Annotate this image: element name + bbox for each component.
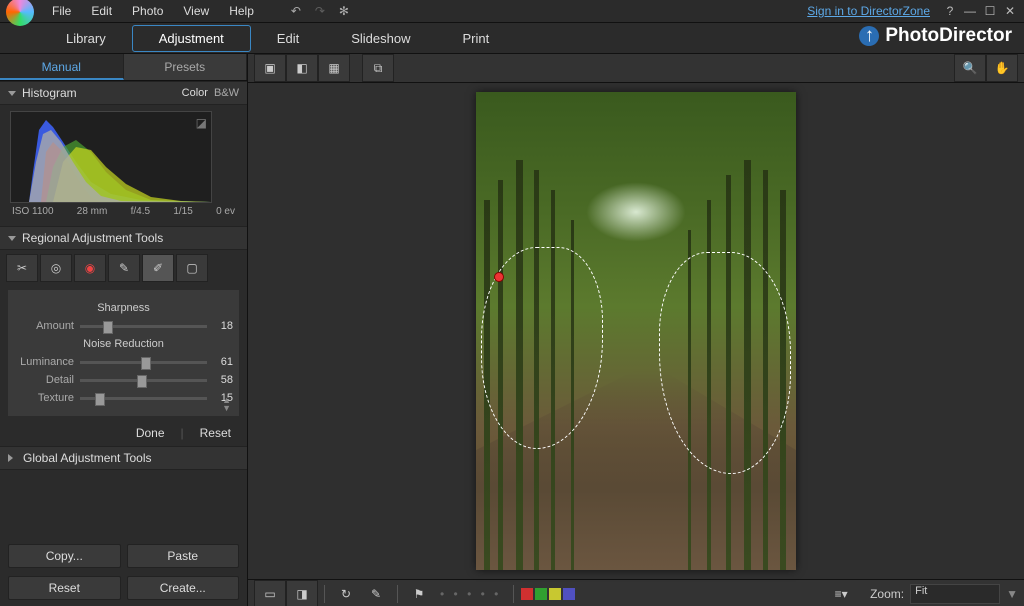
histogram-header[interactable]: Histogram Color B&W xyxy=(0,81,247,105)
reset-button[interactable]: Reset xyxy=(194,426,237,440)
zoom-label: Zoom: xyxy=(870,587,904,601)
done-row: Done | Reset xyxy=(0,420,247,446)
view-mode-b-icon[interactable]: ◨ xyxy=(286,580,318,606)
menu-file[interactable]: File xyxy=(42,0,81,22)
copy-button[interactable]: Copy... xyxy=(8,544,121,568)
collapse-icon xyxy=(8,236,16,241)
view-secondary-icon[interactable]: ⧉ xyxy=(362,54,394,82)
bottom-toolbar: ▭ ◨ ↻ ✎ ⚑ • • • • • ≡▾ Zoom: Fit ▼ xyxy=(248,579,1024,606)
redo-icon[interactable]: ↷ xyxy=(312,0,328,22)
create-button[interactable]: Create... xyxy=(127,576,240,600)
scroll-arrows[interactable]: ▲▼ xyxy=(222,396,231,412)
help-icon[interactable]: ? xyxy=(942,4,958,18)
slider-group: Sharpness Amount 18 Noise Reduction Lumi… xyxy=(8,290,239,416)
minimize-icon[interactable]: — xyxy=(962,4,978,18)
maximize-icon[interactable]: ☐ xyxy=(982,4,998,18)
label-yellow[interactable] xyxy=(549,588,561,600)
subtabs: Manual Presets xyxy=(0,54,247,81)
canvas[interactable] xyxy=(248,83,1024,579)
settings-icon[interactable]: ✻ xyxy=(336,0,352,22)
gradient-tool-icon[interactable]: ▢ xyxy=(176,254,208,282)
reset-all-button[interactable]: Reset xyxy=(8,576,121,600)
mode-print[interactable]: Print xyxy=(436,26,515,51)
menu-bar: File Edit Photo View Help ↶ ↷ ✻ Sign in … xyxy=(0,0,1024,23)
mode-bar: Library Adjustment Edit Slideshow Print … xyxy=(0,23,1024,54)
menu-help[interactable]: Help xyxy=(219,0,264,22)
brush-tool-icon[interactable]: ✎ xyxy=(108,254,140,282)
brand-text: PhotoDirector xyxy=(885,25,1012,47)
view-compare-icon[interactable]: ◧ xyxy=(286,54,318,82)
zoom-dropdown-icon[interactable]: ▼ xyxy=(1006,587,1018,601)
mode-adjustment[interactable]: Adjustment xyxy=(132,25,251,52)
subtab-manual[interactable]: Manual xyxy=(0,54,124,80)
close-icon[interactable]: ✕ xyxy=(1002,4,1018,18)
histogram-chart: ◪ xyxy=(10,111,212,203)
photo-preview[interactable] xyxy=(476,92,796,570)
view-single-icon[interactable]: ▣ xyxy=(254,54,286,82)
mode-edit[interactable]: Edit xyxy=(251,26,325,51)
crop-tool-icon[interactable]: ✂ xyxy=(6,254,38,282)
redeye-tool-icon[interactable]: ◉ xyxy=(74,254,106,282)
histogram-meta: ISO 1100 28 mm f/4.5 1/15 0 ev xyxy=(10,203,237,220)
label-red[interactable] xyxy=(521,588,533,600)
main-area: ▣ ◧ ▦ ⧉ 🔍 ✋ xyxy=(248,54,1024,606)
noise-title: Noise Reduction xyxy=(14,338,233,350)
brand: ↑ PhotoDirector xyxy=(859,25,1012,47)
done-button[interactable]: Done xyxy=(130,426,171,440)
mask-pin-icon[interactable] xyxy=(494,272,504,282)
rotate-icon[interactable]: ↻ xyxy=(331,581,361,606)
view-mode-a-icon[interactable]: ▭ xyxy=(254,580,286,606)
collapse-icon xyxy=(8,91,16,96)
top-toolbar: ▣ ◧ ▦ ⧉ 🔍 ✋ xyxy=(248,54,1024,83)
smart-brush-tool-icon[interactable]: ✐ xyxy=(142,254,174,282)
hist-bw[interactable]: B&W xyxy=(214,87,239,99)
mode-library[interactable]: Library xyxy=(40,26,132,51)
left-panel: Manual Presets Histogram Color B&W ◪ I xyxy=(0,54,248,606)
signin-link[interactable]: Sign in to DirectorZone xyxy=(807,4,930,18)
regional-tools: ✂ ◎ ◉ ✎ ✐ ▢ xyxy=(0,250,247,286)
amount-slider[interactable]: Amount 18 xyxy=(14,320,233,332)
brand-icon: ↑ xyxy=(859,26,879,46)
menu-view[interactable]: View xyxy=(173,0,219,22)
paste-button[interactable]: Paste xyxy=(127,544,240,568)
luminance-slider[interactable]: Luminance 61 xyxy=(14,356,233,368)
undo-icon[interactable]: ↶ xyxy=(288,0,304,22)
filmstrip-icon[interactable]: ≡▾ xyxy=(826,581,856,606)
menu-photo[interactable]: Photo xyxy=(122,0,173,22)
expand-icon xyxy=(8,454,17,462)
pan-tool-icon[interactable]: ✋ xyxy=(986,54,1018,82)
clip-warning-icon[interactable]: ◪ xyxy=(196,116,207,130)
global-header[interactable]: Global Adjustment Tools xyxy=(0,446,247,470)
menu-edit[interactable]: Edit xyxy=(81,0,122,22)
hist-color[interactable]: Color xyxy=(182,87,208,99)
label-green[interactable] xyxy=(535,588,547,600)
detail-slider[interactable]: Detail 58 xyxy=(14,374,233,386)
spot-tool-icon[interactable]: ◎ xyxy=(40,254,72,282)
edit-icon[interactable]: ✎ xyxy=(361,581,391,606)
histogram-panel: ◪ ISO 1100 28 mm f/4.5 1/15 0 ev xyxy=(0,105,247,226)
zoom-select[interactable]: Fit xyxy=(910,584,1000,604)
zoom-tool-icon[interactable]: 🔍 xyxy=(954,54,986,82)
rating-dots[interactable]: • • • • • xyxy=(440,587,501,601)
texture-slider[interactable]: Texture 15 xyxy=(14,392,233,404)
mode-slideshow[interactable]: Slideshow xyxy=(325,26,436,51)
subtab-presets[interactable]: Presets xyxy=(124,54,248,80)
view-grid-icon[interactable]: ▦ xyxy=(318,54,350,82)
flag-icon[interactable]: ⚑ xyxy=(404,581,434,606)
label-blue[interactable] xyxy=(563,588,575,600)
regional-header[interactable]: Regional Adjustment Tools xyxy=(0,226,247,250)
sharpness-title: Sharpness xyxy=(14,302,233,314)
